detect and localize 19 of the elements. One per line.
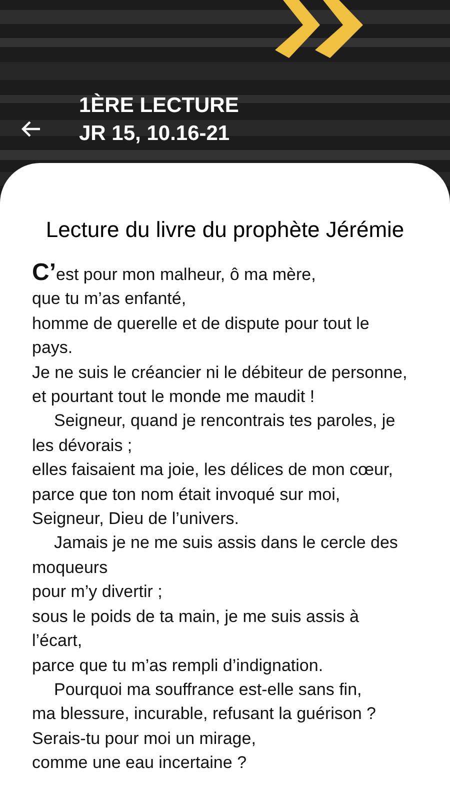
verse-line: parce que ton nom était invoqué sur moi,	[32, 484, 342, 506]
verse-line: comme une eau incertaine ?	[32, 752, 248, 774]
reading-heading: Lecture du livre du prophète Jérémie	[44, 216, 406, 244]
verse-line: homme de querelle et de dispute pour tout le pays.	[32, 312, 370, 360]
verse-line: Pourquoi ma souffrance est-elle sans fin,	[53, 678, 363, 701]
verse-line: Seigneur, Dieu de l’univers.	[32, 508, 240, 530]
verse-line: pour m’y divertir ;	[32, 581, 164, 604]
verse-line: C’est pour mon malheur, ô ma mère,	[32, 261, 317, 288]
page-title: JR 15, 10.16-21	[79, 121, 231, 147]
verse-line: elles faisaient ma joie, les délices de mon cœur,	[32, 459, 394, 482]
verse-line: Serais-tu pour moi un mirage,	[32, 728, 257, 750]
verse-line: Seigneur, quand je rencontrais tes paroles, je les dévorais ;	[32, 410, 396, 457]
verse-line: Je ne suis le créancier ni le débiteur de personne,	[32, 362, 408, 384]
verse-line: que tu m’as enfanté,	[32, 288, 188, 310]
page-title: 1ÈRE LECTURE	[79, 92, 239, 119]
back-button[interactable]	[20, 120, 42, 138]
verse-line: ma blessure, incurable, refusant la guérison ?	[32, 703, 377, 726]
verse-line: et pourtant tout le monde me maudit !	[32, 386, 316, 408]
verse-line: parce que tu m’as rempli d’indignation.	[32, 654, 324, 676]
